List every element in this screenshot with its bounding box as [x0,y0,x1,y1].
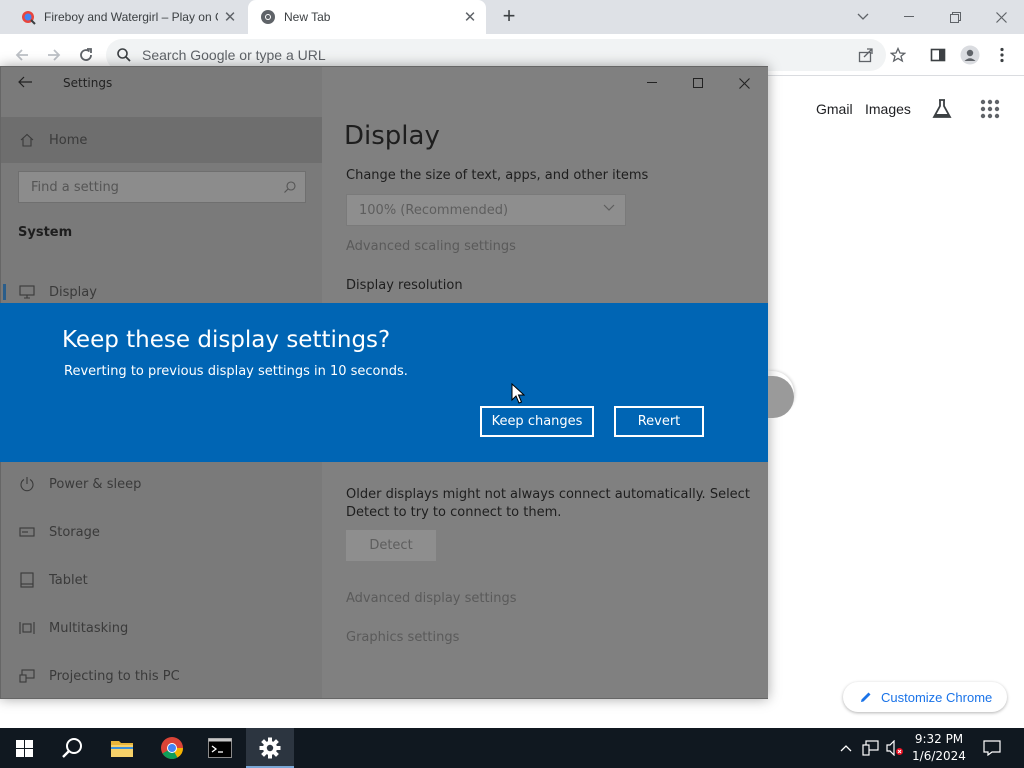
sidebar-group-system: System [18,225,73,240]
older-displays-text: Older displays might not always connect … [346,487,750,502]
keep-display-settings-dialog: Keep these display settings? Reverting t… [0,303,768,462]
search-button[interactable] [48,728,96,768]
sidebar-item-home[interactable]: Home [1,117,322,163]
maximize-icon[interactable] [686,73,710,93]
close-window-icon[interactable] [732,73,756,93]
tab-new-tab[interactable]: New Tab ✕ [248,0,486,34]
sidebar-item-label: Storage [49,524,100,540]
settings-window-title: Settings [63,76,113,90]
restore-icon[interactable] [932,0,978,34]
clock-date: 1/6/2024 [912,749,966,763]
sidebar-item-label: Power & sleep [49,476,142,492]
taskbar: 9:32 PM 1/6/2024 [0,728,1024,768]
multitasking-icon [19,620,35,636]
minimize-icon[interactable] [886,0,932,34]
sidebar-item-label: Projecting to this PC [49,668,180,684]
sidebar-item-label: Display [49,284,97,300]
gear-icon [259,737,281,759]
chrome-favicon-icon [261,10,275,24]
windows-logo-icon [15,739,33,757]
monitor-icon [19,284,35,300]
find-setting-placeholder: Find a setting [31,180,119,195]
network-icon[interactable] [860,728,882,768]
page-title: Display [344,121,440,151]
sidebar-item-power-sleep[interactable]: Power & sleep [1,464,322,504]
revert-button[interactable]: Revert [614,406,704,437]
sidebar-item-label: Home [49,132,88,148]
gmail-link[interactable]: Gmail [816,101,853,117]
profile-avatar-icon[interactable] [958,43,982,67]
search-icon [117,48,131,62]
resolution-label: Display resolution [346,278,463,293]
tab-search-chevron-icon[interactable] [840,0,886,34]
taskbar-clock[interactable]: 9:32 PM 1/6/2024 [906,731,972,765]
file-explorer-button[interactable] [98,728,146,768]
search-icon [284,181,296,193]
scale-label: Change the size of text, apps, and other… [346,168,649,183]
scale-dropdown[interactable]: 100% (Recommended) [346,194,626,226]
back-arrow-icon[interactable] [10,43,34,67]
sidebar-item-label: Multitasking [49,620,129,636]
pencil-icon [861,692,871,702]
customize-chrome-label: Customize Chrome [881,689,993,705]
chrome-menu-icon[interactable] [990,43,1014,67]
close-tab-icon[interactable]: ✕ [458,8,482,26]
dialog-title: Keep these display settings? [62,327,391,353]
tab-strip: Fireboy and Watergirl – Play on C ✕ New … [0,0,1024,34]
customize-chrome-button[interactable]: Customize Chrome [843,682,1007,712]
folder-icon [111,741,133,757]
sidebar-item-tablet[interactable]: Tablet [1,560,322,600]
sidebar-item-multitasking[interactable]: Multitasking [1,608,322,648]
find-setting-input[interactable]: Find a setting [18,171,306,203]
settings-taskbar-button[interactable] [246,728,294,768]
graphics-settings-link[interactable]: Graphics settings [346,630,459,645]
terminal-taskbar-button[interactable] [196,728,244,768]
sidebar-item-projecting[interactable]: Projecting to this PC [1,656,322,696]
close-tab-icon[interactable]: ✕ [218,8,242,26]
tab-title: New Tab [284,10,331,24]
home-icon [20,133,34,147]
reload-icon[interactable] [74,43,98,67]
search-icon [62,738,82,758]
sidebar-item-storage[interactable]: Storage [1,512,322,552]
address-bar-placeholder: Search Google or type a URL [142,47,326,63]
tab-fireboy-watergirl[interactable]: Fireboy and Watergirl – Play on C ✕ [8,0,246,34]
side-panel-icon[interactable] [926,43,950,67]
new-tab-button[interactable]: + [497,5,521,29]
settings-titlebar: Settings [1,67,767,99]
power-icon [19,476,35,492]
start-button[interactable] [0,728,48,768]
detect-button[interactable]: Detect [346,530,436,561]
projecting-icon [19,668,35,684]
images-link[interactable]: Images [865,101,911,117]
mouse-cursor-icon [511,383,525,404]
terminal-icon [208,738,232,758]
volume-muted-icon[interactable] [884,728,906,768]
forward-arrow-icon[interactable] [42,43,66,67]
show-hidden-icons-chevron-icon[interactable] [836,728,856,768]
dialog-message: Reverting to previous display settings i… [64,364,408,379]
google-apps-grid-icon[interactable] [980,99,1000,119]
notifications-icon[interactable] [980,728,1004,768]
chrome-icon [161,737,183,759]
share-icon[interactable] [854,43,878,67]
older-displays-text-2: Detect to try to connect to them. [346,505,562,520]
sidebar-item-label: Tablet [49,572,88,588]
back-arrow-icon[interactable] [17,75,33,93]
game-favicon-icon [22,11,36,25]
close-window-icon[interactable] [978,0,1024,34]
bookmark-star-icon[interactable] [886,43,910,67]
advanced-scaling-link[interactable]: Advanced scaling settings [346,239,516,254]
tab-title: Fireboy and Watergirl – Play on C [44,10,218,24]
clock-time: 9:32 PM [914,732,964,746]
scale-dropdown-value: 100% (Recommended) [359,203,509,218]
tablet-icon [19,572,35,588]
keep-changes-button[interactable]: Keep changes [480,406,594,437]
storage-icon [19,524,35,540]
chrome-taskbar-button[interactable] [148,728,196,768]
chevron-down-icon [603,204,615,211]
advanced-display-link[interactable]: Advanced display settings [346,591,516,606]
labs-flask-icon[interactable] [931,98,953,120]
minimize-icon[interactable] [640,73,664,93]
